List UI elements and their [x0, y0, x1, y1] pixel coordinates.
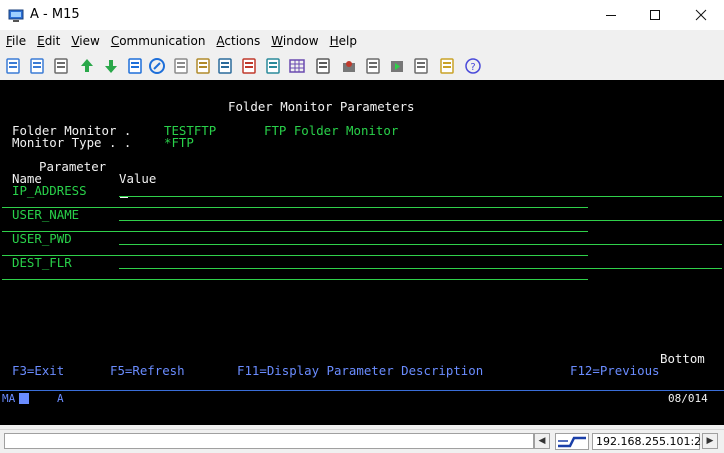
compass-icon[interactable] — [148, 57, 166, 75]
macro-icon[interactable] — [314, 57, 332, 75]
grid-icon[interactable] — [288, 57, 306, 75]
print-screen-icon[interactable] — [216, 57, 234, 75]
session-icon[interactable] — [264, 57, 282, 75]
notes-icon[interactable] — [438, 57, 456, 75]
f12-previous-key[interactable]: F12=Previous — [570, 364, 660, 378]
monitor-type-value: *FTP — [164, 135, 194, 150]
upload-icon[interactable] — [78, 57, 96, 75]
param-value-field[interactable] — [119, 220, 722, 221]
minimize-button[interactable] — [588, 0, 634, 30]
oia-separator — [0, 390, 724, 391]
connection-status-icon — [555, 433, 589, 450]
column-header-parameter: Parameter — [39, 159, 107, 174]
param-name: DEST_FLR — [12, 255, 72, 270]
menu-bar: File Edit View Communication Actions Window He… — [0, 31, 724, 51]
oia-mode: A — [57, 392, 64, 405]
close-button[interactable] — [678, 0, 724, 30]
status-bar: ◀ 192.168.255.101:23 ▶ — [0, 429, 724, 453]
svg-text:?: ? — [470, 62, 475, 73]
terminal-screen[interactable]: Folder Monitor Parameters Folder Monitor… — [0, 80, 724, 425]
field-underline[interactable] — [2, 279, 588, 280]
menu-edit[interactable]: Edit — [31, 31, 65, 51]
folder-icon[interactable] — [194, 57, 212, 75]
field-underline[interactable] — [2, 231, 588, 232]
clipboard-icon[interactable] — [52, 57, 70, 75]
param-value-field[interactable] — [119, 244, 722, 245]
pause-icon[interactable] — [412, 57, 430, 75]
monitor-type-label: Monitor Type . . — [12, 135, 139, 150]
play-icon[interactable] — [388, 57, 406, 75]
toolbar: ? — [0, 52, 724, 80]
screen-heading: Folder Monitor Parameters — [228, 99, 415, 114]
document-icon[interactable] — [172, 57, 190, 75]
menu-window[interactable]: Window — [265, 31, 323, 51]
maximize-button[interactable] — [632, 0, 678, 30]
param-name: USER_PWD — [12, 231, 72, 246]
menu-help[interactable]: Help — [324, 31, 362, 51]
scroll-left-icon[interactable]: ◀ — [534, 433, 550, 449]
host-address: 192.168.255.101:23 — [592, 433, 708, 450]
settings-icon[interactable] — [240, 57, 258, 75]
stop-icon[interactable] — [364, 57, 382, 75]
window-title: A - M15 — [30, 7, 80, 22]
title-bar: A - M15 — [0, 0, 724, 30]
download-icon[interactable] — [102, 57, 120, 75]
f5-refresh-key[interactable]: F5=Refresh — [110, 364, 185, 378]
menu-communication[interactable]: Communication — [105, 31, 211, 51]
param-name: IP_ADDRESS — [12, 183, 87, 198]
oia-system-available: MA — [2, 392, 16, 405]
field-underline[interactable] — [2, 255, 588, 256]
menu-view[interactable]: View — [65, 31, 104, 51]
help-icon[interactable]: ? — [464, 57, 482, 75]
cursor-position: 08/014 — [668, 392, 708, 405]
f11-description-key[interactable]: F11=Display Parameter Description — [237, 364, 483, 378]
bottom-indicator: Bottom — [660, 351, 705, 366]
scroll-right-icon[interactable]: ▶ — [702, 433, 718, 449]
column-header-value: Value — [119, 171, 157, 186]
paste-icon[interactable] — [28, 57, 46, 75]
navigate-icon[interactable] — [126, 57, 144, 75]
copy-icon[interactable] — [4, 57, 22, 75]
field-underline[interactable] — [2, 207, 588, 208]
terminal-app-icon — [8, 8, 24, 22]
menu-actions[interactable]: Actions — [210, 31, 265, 51]
status-message-field — [4, 433, 534, 449]
param-value-field[interactable] — [119, 196, 722, 197]
f3-exit-key[interactable]: F3=Exit — [12, 364, 64, 378]
param-name: USER_NAME — [12, 207, 80, 222]
folder-monitor-description: FTP Folder Monitor — [264, 123, 399, 138]
oia-cursor-block — [19, 393, 29, 404]
menu-file[interactable]: File — [0, 31, 31, 51]
record-icon[interactable] — [340, 57, 358, 75]
param-value-field[interactable] — [119, 268, 722, 269]
